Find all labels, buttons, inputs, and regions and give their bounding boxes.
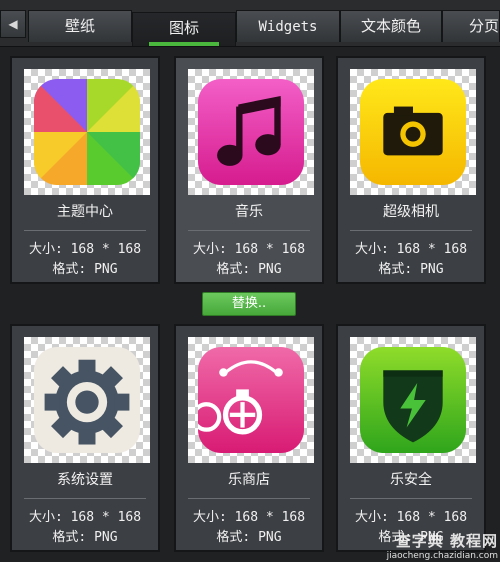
icon-card-settings[interactable]: 系统设置 大小: 168 * 168 格式: PNG xyxy=(10,324,160,552)
tab-label: 文本颜色 xyxy=(360,17,421,35)
tab-label: 分页 xyxy=(469,17,500,35)
icon-card-security[interactable]: 乐安全 大小: 168 * 168 格式: PNG xyxy=(336,324,486,552)
icon-card-camera[interactable]: 超级相机 大小: 168 * 168 格式: PNG xyxy=(336,56,486,284)
icon-preview xyxy=(24,69,150,195)
icon-name: 乐商店 xyxy=(228,472,270,488)
active-tab-indicator xyxy=(149,42,219,46)
theme-center-icon xyxy=(34,79,140,185)
icon-card-theme-center[interactable]: 主题中心 大小: 168 * 168 格式: PNG xyxy=(10,56,160,284)
icon-format: 格式: PNG xyxy=(216,262,282,277)
icon-card-music[interactable]: 音乐 大小: 168 * 168 格式: PNG xyxy=(174,56,324,284)
icon-preview xyxy=(350,337,476,463)
icon-preview xyxy=(24,337,150,463)
watermark-url: jiaocheng.chazidian.com xyxy=(386,551,498,561)
watermark: 查字典 教程网 jiaocheng.chazidian.com xyxy=(366,530,498,562)
music-icon xyxy=(198,79,304,185)
tab-label: 图标 xyxy=(168,19,199,37)
icon-card-store[interactable]: 乐商店 大小: 168 * 168 格式: PNG xyxy=(174,324,324,552)
divider xyxy=(188,498,310,499)
divider xyxy=(350,498,472,499)
icon-size: 大小: 168 * 168 xyxy=(192,242,306,257)
tab-pagination[interactable]: 分页 xyxy=(442,10,500,42)
icon-size: 大小: 168 * 168 xyxy=(354,242,468,257)
icon-name: 主题中心 xyxy=(57,204,113,220)
tab-label: Widgets xyxy=(258,19,318,35)
tab-scroll-left-icon[interactable]: ◀ xyxy=(0,10,26,38)
icon-name: 音乐 xyxy=(235,204,263,220)
replace-button[interactable]: 替换.. xyxy=(202,292,296,316)
icon-format: 格式: PNG xyxy=(52,530,118,545)
store-icon xyxy=(198,347,304,453)
divider xyxy=(188,230,310,231)
icon-format: 格式: PNG xyxy=(378,262,444,277)
tab-label: 壁纸 xyxy=(64,17,95,35)
watermark-title: 查字典 教程网 xyxy=(395,532,498,550)
tab-bar: ◀ 壁纸 图标 Widgets 文本颜色 分页 xyxy=(0,0,500,47)
icon-name: 乐安全 xyxy=(390,472,432,488)
tab-icons[interactable]: 图标 xyxy=(132,12,236,46)
icon-preview xyxy=(188,337,314,463)
tab-widgets[interactable]: Widgets xyxy=(236,10,340,42)
divider xyxy=(350,230,472,231)
camera-icon xyxy=(360,79,466,185)
icon-size: 大小: 168 * 168 xyxy=(28,242,142,257)
settings-icon xyxy=(34,347,140,453)
icon-preview xyxy=(350,69,476,195)
icon-format: 格式: PNG xyxy=(216,530,282,545)
icon-format: 格式: PNG xyxy=(52,262,118,277)
security-icon xyxy=(360,347,466,453)
icon-name: 超级相机 xyxy=(383,204,439,220)
icon-size: 大小: 168 * 168 xyxy=(28,510,142,525)
divider xyxy=(24,498,146,499)
tab-wallpaper[interactable]: 壁纸 xyxy=(28,10,132,42)
divider xyxy=(24,230,146,231)
icon-size: 大小: 168 * 168 xyxy=(192,510,306,525)
icon-preview xyxy=(188,69,314,195)
icon-name: 系统设置 xyxy=(57,472,113,488)
icon-size: 大小: 168 * 168 xyxy=(354,510,468,525)
tab-text-color[interactable]: 文本颜色 xyxy=(340,10,442,42)
